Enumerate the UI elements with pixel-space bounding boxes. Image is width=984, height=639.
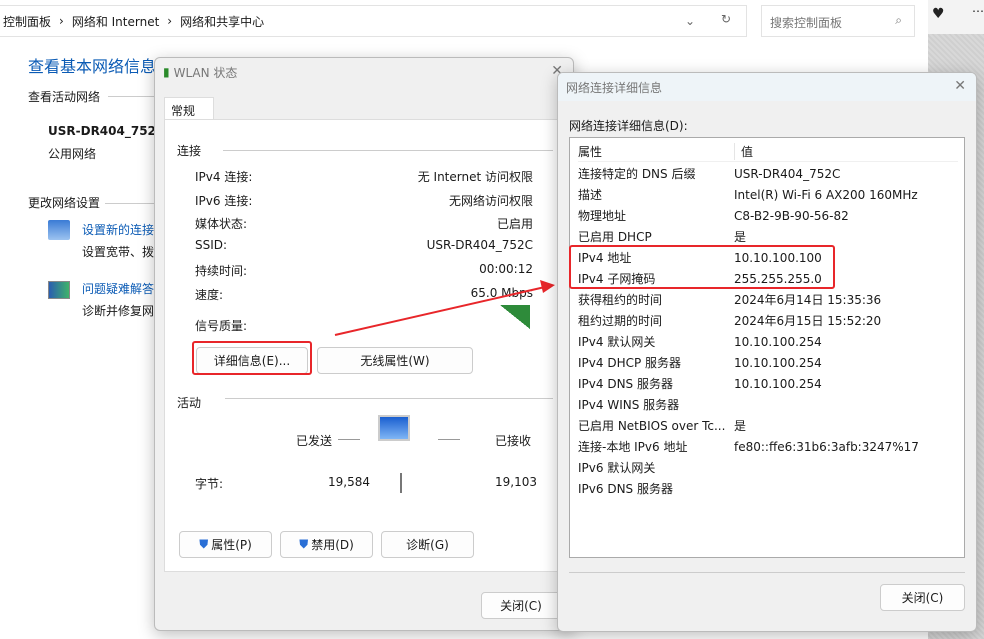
detail-value: C8-B2-9B-90-56-82 <box>734 208 849 223</box>
detail-value: USR-DR404_752C <box>734 166 841 181</box>
list-header: 属性值 <box>578 141 958 162</box>
detail-row[interactable]: 获得租约的时间 2024年6月14日 15:35:36 <box>578 289 881 310</box>
detail-row[interactable]: IPv6 默认网关 <box>578 457 734 478</box>
detail-property: 描述 <box>578 188 603 202</box>
detail-property: 连接-本地 IPv6 地址 <box>578 440 688 454</box>
detail-value: 是 <box>734 419 747 433</box>
detail-row[interactable]: 描述 Intel(R) Wi-Fi 6 AX200 160MHz <box>578 184 918 205</box>
divider <box>569 572 965 573</box>
detail-value: 2024年6月15日 15:52:20 <box>734 314 882 328</box>
detail-value: Intel(R) Wi-Fi 6 AX200 160MHz <box>734 187 918 202</box>
detail-property: IPv4 DHCP 服务器 <box>578 356 682 370</box>
detail-row[interactable]: 连接-本地 IPv6 地址 fe80::ffe6:31b6:3afb:3247%1… <box>578 436 919 457</box>
details-close-button[interactable]: 关闭(C) <box>880 584 965 611</box>
detail-property: IPv4 WINS 服务器 <box>578 398 680 412</box>
detail-row[interactable]: IPv6 DNS 服务器 <box>578 478 734 499</box>
detail-row[interactable]: IPv4 默认网关 10.10.100.254 <box>578 331 822 352</box>
detail-property: IPv4 默认网关 <box>578 335 656 349</box>
detail-value: fe80::ffe6:31b6:3afb:3247%17 <box>734 439 919 454</box>
detail-row[interactable]: 连接特定的 DNS 后缀 USR-DR404_752C <box>578 163 840 184</box>
column-header-value[interactable]: 值 <box>734 142 753 160</box>
list-label: 网络连接详细信息(D): <box>569 119 688 133</box>
detail-property: IPv6 默认网关 <box>578 461 656 475</box>
close-icon[interactable]: ✕ <box>954 78 966 94</box>
detail-row[interactable]: 物理地址 C8-B2-9B-90-56-82 <box>578 205 849 226</box>
detail-value: 是 <box>734 230 747 244</box>
detail-row[interactable]: 已启用 NetBIOS over Tc... 是 <box>578 415 746 436</box>
detail-row[interactable]: IPv4 WINS 服务器 <box>578 394 734 415</box>
detail-value: 2024年6月14日 15:35:36 <box>734 293 882 307</box>
detail-row[interactable]: IPv4 DHCP 服务器 10.10.100.254 <box>578 352 822 373</box>
highlight-box <box>569 245 835 289</box>
detail-property: IPv6 DNS 服务器 <box>578 482 673 496</box>
detail-row[interactable]: 租约过期的时间 2024年6月15日 15:52:20 <box>578 310 881 331</box>
detail-property: 物理地址 <box>578 209 627 223</box>
detail-property: 已启用 DHCP <box>578 230 652 244</box>
title-bar: 网络连接详细信息 <box>558 73 976 101</box>
detail-value: 10.10.100.254 <box>734 355 822 370</box>
dialog-title: 网络连接详细信息 <box>566 80 663 95</box>
detail-property: IPv4 DNS 服务器 <box>578 377 673 391</box>
details-list[interactable]: 属性值 连接特定的 DNS 后缀 USR-DR404_752C 描述 Intel(R)… <box>569 137 965 558</box>
detail-property: 租约过期的时间 <box>578 314 663 328</box>
detail-value: 10.10.100.254 <box>734 334 822 349</box>
detail-property: 连接特定的 DNS 后缀 <box>578 167 696 181</box>
detail-row[interactable]: IPv4 DNS 服务器 10.10.100.254 <box>578 373 822 394</box>
detail-property: 获得租约的时间 <box>578 293 663 307</box>
detail-property: 已启用 NetBIOS over Tc... <box>578 419 726 433</box>
column-header-property[interactable]: 属性 <box>578 143 734 160</box>
detail-row[interactable]: 已启用 DHCP 是 <box>578 226 746 247</box>
detail-value: 10.10.100.254 <box>734 376 822 391</box>
